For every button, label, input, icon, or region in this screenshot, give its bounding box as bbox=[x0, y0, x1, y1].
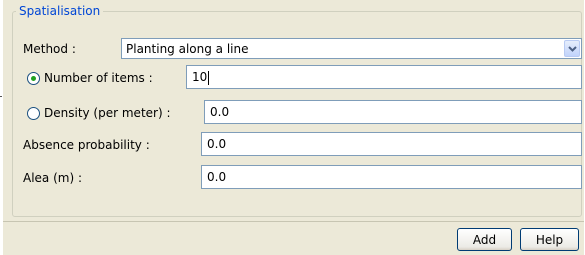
edge-tick bbox=[0, 96, 2, 97]
number-of-items-value: 10 bbox=[192, 70, 208, 84]
density-value: 0.0 bbox=[210, 105, 230, 119]
alea-field[interactable]: 0.0 bbox=[201, 165, 582, 189]
number-of-items-label: Number of items : bbox=[44, 71, 153, 85]
alea-label: Alea (m) : bbox=[23, 171, 83, 185]
help-button[interactable]: Help bbox=[520, 228, 579, 251]
method-label: Method : bbox=[23, 42, 76, 56]
button-bar: Add Help bbox=[3, 221, 584, 255]
absence-probability-value: 0.0 bbox=[207, 137, 227, 151]
chevron-down-icon bbox=[568, 46, 577, 52]
absence-probability-field[interactable]: 0.0 bbox=[201, 132, 582, 156]
add-button[interactable]: Add bbox=[457, 228, 512, 251]
method-select[interactable]: Planting along a line bbox=[121, 38, 582, 59]
text-caret bbox=[208, 70, 210, 85]
density-radio[interactable] bbox=[27, 107, 40, 120]
group-legend: Spatialisation bbox=[16, 3, 104, 19]
method-selected-value: Planting along a line bbox=[126, 42, 249, 56]
number-of-items-field[interactable]: 10 bbox=[186, 65, 582, 89]
density-field[interactable]: 0.0 bbox=[204, 100, 582, 124]
density-label: Density (per meter) : bbox=[44, 106, 171, 120]
method-dropdown-button[interactable] bbox=[564, 40, 580, 57]
spatialisation-panel: Spatialisation Method : Planting along a… bbox=[3, 0, 584, 255]
number-of-items-radio[interactable] bbox=[27, 72, 40, 85]
alea-value: 0.0 bbox=[207, 170, 227, 184]
absence-probability-label: Absence probability : bbox=[23, 138, 150, 152]
